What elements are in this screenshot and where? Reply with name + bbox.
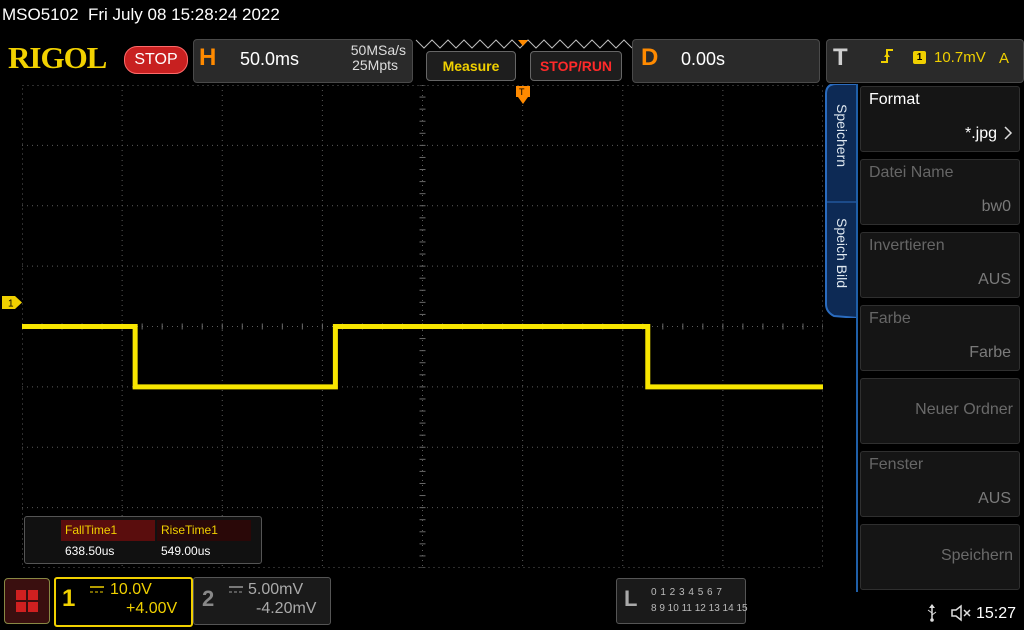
ch2-number: 2 [202, 586, 215, 611]
measurement-label: FallTime1 [61, 520, 155, 541]
measurement-value: 638.50us [65, 544, 115, 558]
trigger-level: 10.7mV [934, 49, 986, 66]
horizontal-label: H [199, 44, 217, 71]
menu-label: Fenster [869, 456, 924, 473]
usb-icon [927, 604, 937, 622]
stop-run-button[interactable]: STOP/RUN [530, 51, 622, 81]
menu-value: bw0 [981, 198, 1011, 215]
menu-value: AUS [978, 271, 1011, 288]
grid-menu-icon [16, 590, 38, 612]
memory-bar [415, 39, 633, 49]
ch1-scale: 10.0V [110, 581, 152, 598]
menu-item-neuer-ordner[interactable]: Neuer Ordner [860, 378, 1020, 444]
menu-value: Neuer Ordner [915, 401, 1013, 418]
menu-label: Datei Name [869, 164, 954, 181]
main-menu-button[interactable] [4, 578, 50, 624]
ch1-number: 1 [62, 585, 76, 612]
menu-value: Speichern [940, 547, 1013, 564]
chevron-right-icon [1004, 126, 1013, 140]
svg-text:1: 1 [8, 299, 14, 310]
menu-item-speichern[interactable]: Speichern [860, 524, 1020, 590]
dc-coupling-icon [90, 586, 104, 593]
menu-value: Farbe [969, 344, 1011, 361]
memory-position-marker [518, 40, 528, 46]
menu-item-format[interactable]: Format *.jpg [860, 86, 1020, 152]
menu-item-invertieren[interactable]: Invertieren AUS [860, 232, 1020, 298]
measure-button[interactable]: Measure [426, 51, 516, 81]
menu-label: Invertieren [869, 237, 945, 254]
trigger-label: T [833, 44, 848, 71]
menu-value: *.jpg [964, 125, 997, 142]
run-state-badge[interactable]: STOP [124, 46, 188, 74]
logic-channels-row2: 8 9 10 11 12 13 14 15 [651, 603, 748, 614]
menu-value: AUS [978, 490, 1011, 507]
device-datetime: MSO5102 Fri July 08 15:28:24 2022 [2, 5, 280, 24]
menu-label: Format [869, 91, 920, 108]
menu-item-farbe[interactable]: Farbe Farbe [860, 305, 1020, 371]
menu-label: Farbe [869, 310, 911, 327]
measurement-label: RiseTime1 [157, 520, 251, 541]
delay-label: D [641, 44, 659, 71]
speaker-muted-icon[interactable] [950, 604, 972, 622]
ch2-scale: 5.00mV [248, 581, 304, 598]
menu-item-fenster[interactable]: Fenster AUS [860, 451, 1020, 517]
timebase-value: 50.0ms [240, 49, 300, 69]
measurement-panel[interactable]: FallTime1 638.50us RiseTime1 549.00us [24, 516, 262, 564]
waveform-display[interactable] [22, 85, 823, 568]
trigger-mode: A [999, 50, 1010, 67]
delay-value: 0.00s [681, 49, 726, 69]
ch2-offset: -4.20mV [256, 600, 317, 617]
svg-text:T: T [519, 87, 525, 97]
logic-analyzer-label: L [624, 586, 638, 611]
delay-panel[interactable] [632, 39, 820, 83]
ch1-offset-marker[interactable]: 1 [2, 296, 22, 309]
memory-depth: 25Mpts [352, 57, 398, 73]
menu-item-datei-name[interactable]: Datei Name bw0 [860, 159, 1020, 225]
dc-coupling-icon [229, 586, 243, 593]
rising-edge-icon [881, 49, 893, 63]
ch1-offset: +4.00V [126, 600, 178, 617]
rigol-logo: RIGOL [8, 40, 107, 75]
clock: 15:27 [976, 605, 1017, 622]
title-bar: MSO5102 Fri July 08 15:28:24 2022 [0, 0, 1024, 30]
trigger-position-marker[interactable]: T [515, 86, 531, 110]
logic-channels-row1: 0 1 2 3 4 5 6 7 [651, 587, 723, 598]
tab-speich-bild[interactable]: Speich Bild [830, 218, 850, 308]
trigger-source: 1 [913, 51, 926, 64]
sample-rate: 50MSa/s [350, 42, 406, 58]
measurement-value: 549.00us [161, 544, 211, 558]
tab-speichern[interactable]: Speichern [830, 104, 850, 194]
